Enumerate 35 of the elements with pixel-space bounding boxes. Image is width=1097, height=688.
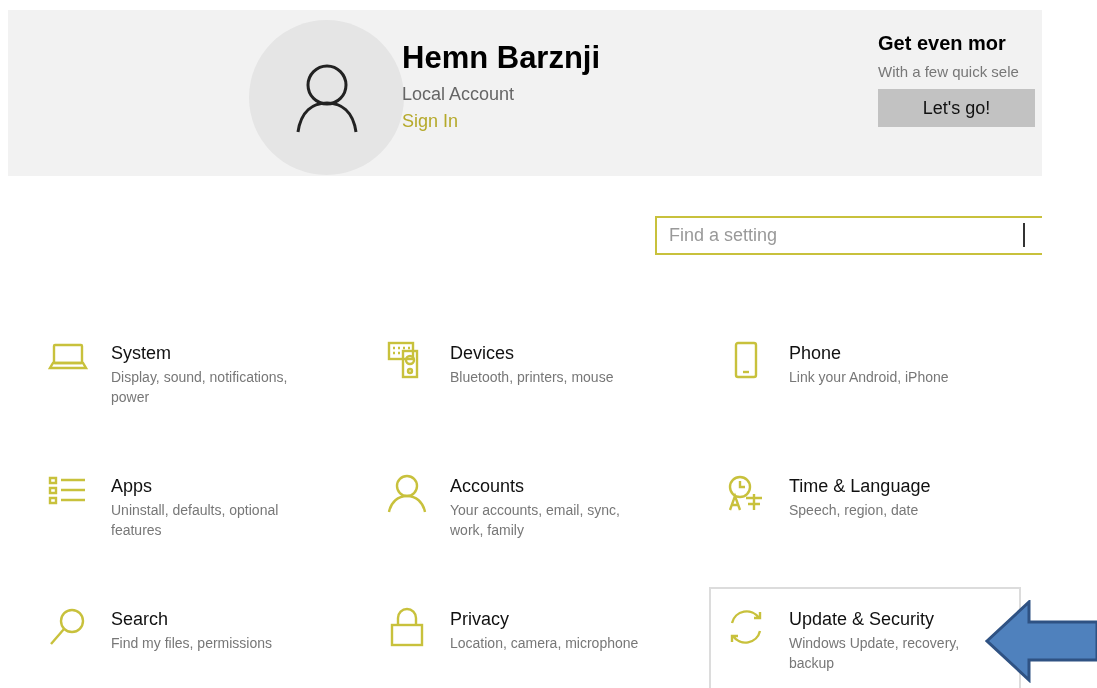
tile-description: Your accounts, email, sync, work, family — [450, 501, 621, 540]
settings-tile[interactable]: System Display, sound, notifications, power — [31, 321, 343, 434]
tile-description: Uninstall, defaults, optional features — [111, 501, 280, 540]
text-cursor-icon — [1023, 223, 1025, 247]
tile-title: Apps — [111, 475, 154, 498]
account-type: Local Account — [402, 84, 516, 105]
tile-title: Phone — [789, 342, 843, 365]
tile-description: Find my files, permissions — [111, 634, 274, 653]
settings-tile[interactable]: Phone Link your Android, iPhone — [709, 321, 1021, 434]
settings-tile[interactable]: Devices Bluetooth, printers, mouse — [370, 321, 682, 434]
settings-tile[interactable]: Search Find my files, permissions — [31, 587, 343, 688]
settings-tile[interactable]: Time & Language Speech, region, date — [709, 454, 1021, 567]
tile-description: Windows Update, recovery, backup — [789, 634, 961, 673]
tile-title: Devices — [450, 342, 516, 365]
tile-title: Privacy — [450, 608, 510, 631]
promo-title: Get even mor — [878, 32, 1007, 55]
tile-title: Accounts — [450, 475, 526, 498]
tile-description: Location, camera, microphone — [450, 634, 640, 653]
settings-tile[interactable]: Privacy Location, camera, microphone — [370, 587, 682, 688]
tile-title: Time & Language — [789, 475, 932, 498]
tile-description: Link your Android, iPhone — [789, 368, 950, 387]
tile-title: System — [111, 342, 172, 365]
tile-description: Speech, region, date — [789, 501, 920, 520]
person-icon — [294, 62, 359, 133]
person-icon — [387, 474, 427, 514]
tile-title: Search — [111, 608, 170, 631]
user-name: Hemn Barznji — [402, 40, 601, 76]
tile-description: Bluetooth, printers, mouse — [450, 368, 615, 387]
settings-tile[interactable]: Accounts Your accounts, email, sync, work, family — [370, 454, 682, 567]
promo-text: With a few quick sele — [878, 63, 1020, 80]
tile-title: Update & Security — [789, 608, 936, 631]
tile-description: Display, sound, notifications, power — [111, 368, 289, 407]
lets-go-button[interactable]: Let's go! — [878, 89, 1035, 127]
search-field[interactable]: Find a setting — [655, 216, 1042, 255]
settings-tile[interactable]: Apps Uninstall, defaults, optional features — [31, 454, 343, 567]
